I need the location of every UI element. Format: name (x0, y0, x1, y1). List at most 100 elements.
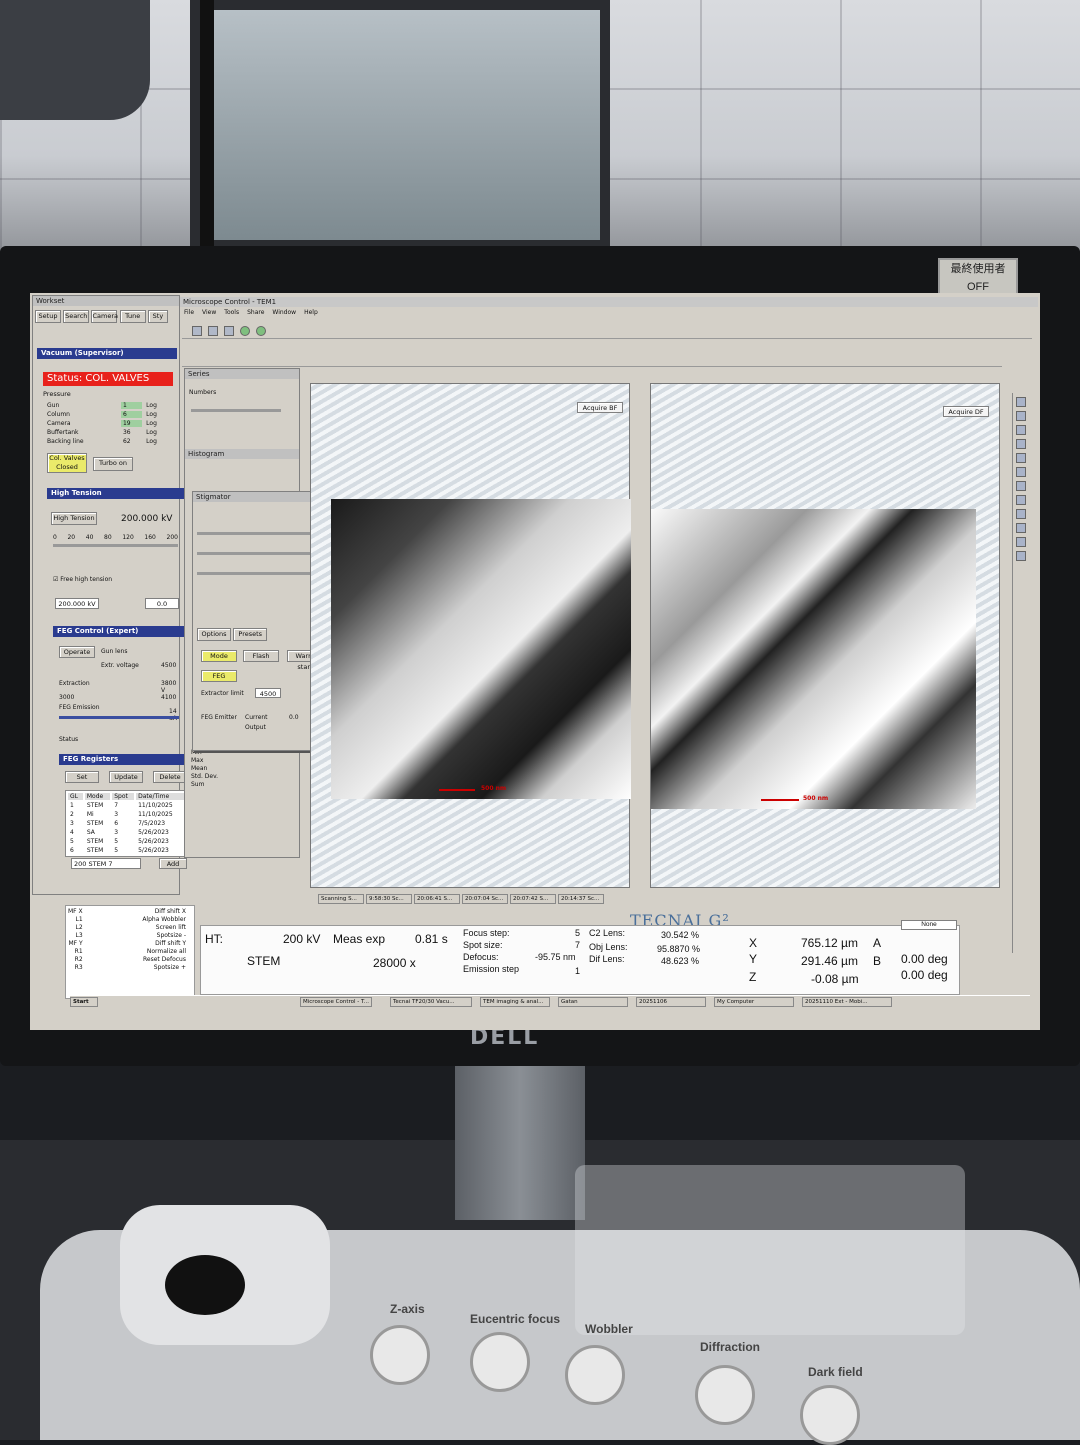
tab-setup[interactable]: Setup (35, 310, 61, 323)
tool-icon[interactable] (1015, 481, 1026, 491)
key-function: Spotsize + (153, 964, 186, 971)
taskbar-item[interactable]: Tecnai TF20/30 Vacu... (390, 997, 472, 1007)
feg-button[interactable]: FEG (201, 670, 237, 682)
mode-button[interactable]: Mode (201, 650, 237, 662)
tab-camera[interactable]: Camera (91, 310, 118, 323)
stig-slider-1[interactable] (197, 532, 317, 535)
obj-lens-label: Obj Lens: (589, 942, 628, 952)
extractor-field[interactable]: 4500 (255, 688, 281, 698)
col-header: GL (70, 793, 78, 800)
menu-view[interactable]: View (202, 309, 216, 316)
none-dropdown[interactable]: None (901, 920, 957, 930)
status-readout: HT: 200 kV Meas exp 0.81 s STEM 28000 x … (200, 920, 960, 995)
tool-icon[interactable] (1015, 397, 1026, 407)
menu-tools[interactable]: Tools (224, 309, 239, 316)
tool-icon[interactable] (1015, 537, 1026, 547)
taskbar-item[interactable]: 20251110 Ext - Mobi... (802, 997, 892, 1007)
spot-size-value: 7 (575, 940, 581, 950)
ht-preset-field[interactable]: 200.000 kV (55, 598, 99, 609)
extractor-label: Extractor limit (201, 690, 244, 697)
stage-a-label: A (873, 936, 882, 950)
col-header: Date/Time (138, 793, 170, 800)
register-add-button[interactable]: Add (159, 858, 187, 869)
tab-options[interactable]: Options (197, 628, 231, 641)
image-tab[interactable]: 20:14:37 Sc... (558, 894, 604, 904)
tool-icon[interactable] (1015, 523, 1026, 533)
tab-search[interactable]: Search (63, 310, 90, 323)
trackball[interactable] (165, 1255, 245, 1315)
free-ht-checkbox[interactable]: ☑ Free high tension (53, 576, 112, 583)
taskbar-item[interactable]: 20251106 (636, 997, 706, 1007)
register-update-button[interactable]: Update (109, 771, 143, 783)
image-tab[interactable]: 20:07:04 Sc... (462, 894, 508, 904)
table-row[interactable]: 1 STEM 7 11/10/2025 (68, 802, 184, 809)
stage-y-value: 291.46 µm (801, 954, 858, 968)
register-delete-button[interactable]: Delete (153, 771, 187, 783)
flash-button[interactable]: Flash (243, 650, 279, 662)
table-row[interactable]: 4 SA 3 5/26/2023 (68, 829, 184, 836)
toolbar-help-icon[interactable] (192, 326, 202, 336)
tool-icon[interactable] (1015, 509, 1026, 519)
tool-icon[interactable] (1015, 467, 1026, 477)
tool-icon[interactable] (1015, 439, 1026, 449)
table-row[interactable]: 3 STEM 6 7/5/2023 (68, 820, 184, 827)
eucentric-focus-button[interactable] (470, 1332, 530, 1392)
tab-tune[interactable]: Tune (119, 310, 146, 323)
ht-step-field[interactable]: 0.0 (145, 598, 179, 609)
menu-help[interactable]: Help (304, 309, 318, 316)
table-row[interactable]: 2 Mi 3 11/10/2025 (68, 811, 184, 818)
dark-field-button[interactable] (800, 1385, 860, 1445)
key-label: R1 (74, 948, 83, 955)
toolbar-green-icon[interactable] (240, 326, 250, 336)
key-function: Spotsize - (156, 932, 186, 939)
cell: 7 (114, 802, 119, 809)
tab-sty[interactable]: Sty (147, 310, 168, 323)
turbo-button[interactable]: Turbo on (93, 457, 133, 471)
menu-window[interactable]: Window (272, 309, 296, 316)
operate-button[interactable]: Operate (59, 646, 95, 658)
key-label: L2 (75, 924, 83, 931)
menu-share[interactable]: Share (247, 309, 264, 316)
stig-slider-3[interactable] (197, 572, 317, 575)
cell: 3 (114, 829, 119, 836)
sticker-text-top: 最終使用者 (950, 263, 1006, 275)
toolbar-tool-icon[interactable] (224, 326, 234, 336)
row-name: Buffertank (47, 429, 79, 436)
acquire-bf-button[interactable]: Acquire BF (577, 402, 623, 413)
acquire-df-button[interactable]: Acquire DF (943, 406, 989, 417)
row-unit: Log (146, 420, 157, 427)
image-tab[interactable]: 20:07:42 S... (510, 894, 556, 904)
tool-icon[interactable] (1015, 411, 1026, 421)
image-tab[interactable]: Scanning S... (318, 894, 364, 904)
defocus-value: -95.75 nm (535, 952, 576, 962)
table-row[interactable]: 5 STEM 5 5/26/2023 (68, 838, 184, 845)
register-set-button[interactable]: Set (65, 771, 99, 783)
toolbar-green-icon[interactable] (256, 326, 266, 336)
z-axis-button[interactable] (370, 1325, 430, 1385)
wobbler-button[interactable] (565, 1345, 625, 1405)
numbers-slider[interactable] (191, 409, 281, 412)
taskbar-item[interactable]: TEM imaging & anal... (480, 997, 550, 1007)
start-button[interactable]: Start (70, 997, 98, 1007)
tool-icon[interactable] (1015, 495, 1026, 505)
toolbar-tool-icon[interactable] (208, 326, 218, 336)
table-row[interactable]: 6 STEM 5 5/26/2023 (68, 847, 184, 854)
tool-icon[interactable] (1015, 453, 1026, 463)
tab-presets[interactable]: Presets (233, 628, 268, 641)
high-tension-button[interactable]: High Tension (51, 512, 97, 525)
tool-icon[interactable] (1015, 425, 1026, 435)
col-valves-button[interactable]: Col. Valves Closed (47, 453, 87, 473)
diffraction-button[interactable] (695, 1365, 755, 1425)
taskbar-item[interactable]: Microscope Control - T... (300, 997, 372, 1007)
register-name-field[interactable]: 200 STEM 7 (71, 858, 141, 869)
menu-file[interactable]: File (184, 309, 194, 316)
taskbar-item[interactable]: Gatan (558, 997, 628, 1007)
image-tab[interactable]: 20:06:41 S... (414, 894, 460, 904)
image-tab[interactable]: 9:58:30 Sc... (366, 894, 412, 904)
ht-slider[interactable] (53, 544, 178, 547)
stig-slider-2[interactable] (197, 552, 317, 555)
tool-icon[interactable] (1015, 551, 1026, 561)
taskbar-item[interactable]: My Computer (714, 997, 794, 1007)
cell: 11/10/2025 (138, 802, 173, 809)
image-tab-bar: Scanning S... 9:58:30 Sc... 20:06:41 S..… (318, 893, 604, 904)
